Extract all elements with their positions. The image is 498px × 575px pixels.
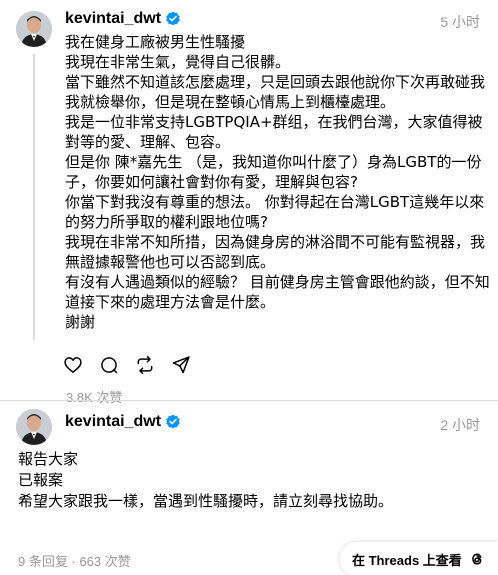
avatar[interactable]	[16, 11, 52, 47]
post-line: 我現在非常不知所措，因為健身房的淋浴間不可能有監視器，我無證據報警他也可以否認到…	[65, 233, 486, 271]
threads-logo-icon	[466, 548, 488, 570]
post-line: 我現在非常生氣，覺得自己很髒。	[65, 53, 291, 71]
username[interactable]: kevintai_dwt	[65, 413, 161, 431]
post-body: 報告大家 已報案 希望大家跟我一樣，當遇到性騷擾時，請立刻尋找協助。	[18, 449, 488, 512]
username[interactable]: kevintai_dwt	[65, 10, 161, 28]
thread-post-reply: kevintai_dwt 2 小时 報告大家 已報案 希望大家跟我一樣，當遇到性…	[0, 401, 498, 575]
post-header: kevintai_dwt	[65, 413, 181, 431]
post-header: kevintai_dwt	[65, 10, 181, 28]
post-line: 我是一位非常支持LGBTPQIA+群组，在我們台灣，大家值得被對等的愛、理解、包…	[65, 113, 483, 151]
post-line: 有沒有人遇過類似的經驗？ 目前健身房主管會跟他約談，但不知道接下來的處理方法會是…	[65, 273, 490, 311]
post-time: 2 小时	[440, 417, 480, 433]
open-in-threads-button[interactable]: 在 Threads 上查看	[340, 542, 498, 575]
post-actions	[63, 355, 207, 375]
verified-badge-icon	[165, 414, 181, 430]
post-line: 希望大家跟我一樣，當遇到性騷擾時，請立刻尋找協助。	[18, 492, 394, 510]
post-line: 報告大家	[18, 450, 79, 468]
open-in-threads-label: 在 Threads 上查看	[352, 552, 462, 568]
thread-post-original: kevintai_dwt 5 小时 我在健身工廠被男生性騷擾 我現在非常生氣，覺…	[0, 0, 498, 405]
post-line: 你當下對我沒有尊重的想法。 你對得起在台灣LGBT這幾年以來的努力所爭取的權利跟…	[65, 193, 485, 231]
avatar-image	[16, 409, 52, 445]
post-line: 但是你 陳*嘉先生 （是，我知道你叫什麼了）身為LGBT的一份子，你要如何讓社會…	[65, 153, 482, 191]
post-line: 已報案	[18, 471, 64, 489]
avatar[interactable]	[16, 409, 52, 445]
heart-icon[interactable]	[63, 355, 83, 375]
post-line: 謝謝	[65, 313, 96, 331]
repost-icon[interactable]	[135, 355, 155, 375]
post-body: 我在健身工廠被男生性騷擾 我現在非常生氣，覺得自己很髒。 當下雖然不知道該怎麼處…	[65, 32, 490, 332]
avatar-image	[16, 11, 52, 47]
verified-badge-icon	[165, 11, 181, 27]
post-line: 我在健身工廠被男生性騷擾	[65, 33, 246, 51]
share-icon[interactable]	[171, 355, 191, 375]
reply-bubble-icon[interactable]	[99, 355, 119, 375]
thread-connector-line	[33, 54, 35, 340]
post-stats[interactable]: 9 条回复 · 663 次赞	[18, 551, 131, 570]
post-line: 當下雖然不知道該怎麼處理，只是回頭去跟他說你下次再敢碰我我就檢舉你，但是現在整頓…	[65, 73, 486, 111]
post-time: 5 小时	[440, 14, 480, 30]
